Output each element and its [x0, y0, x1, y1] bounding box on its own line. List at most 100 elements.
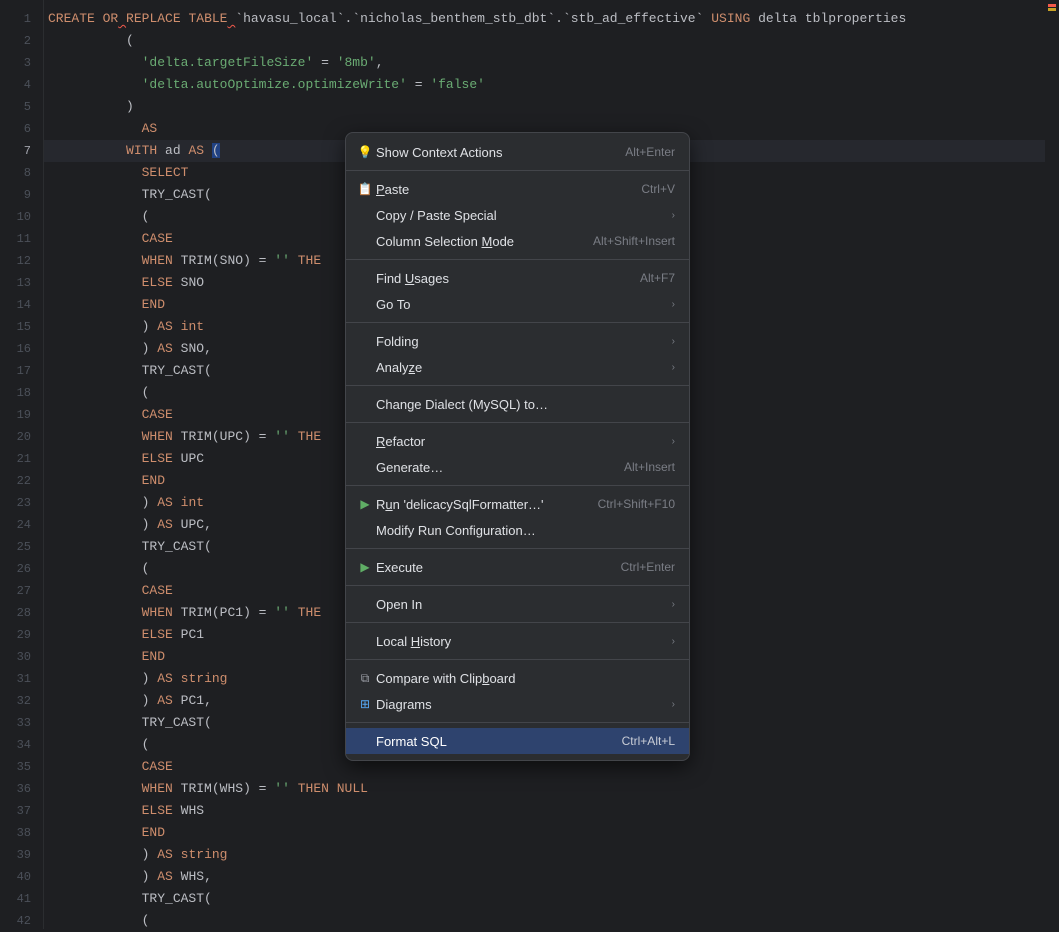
- error-marker[interactable]: [1048, 4, 1056, 7]
- line-number: 6: [0, 118, 43, 140]
- line-number: 20: [0, 426, 43, 448]
- chevron-right-icon: ›: [662, 362, 675, 373]
- chevron-right-icon: ›: [662, 699, 675, 710]
- menu-item-shortcut: Ctrl+Alt+L: [612, 734, 675, 748]
- chevron-right-icon: ›: [662, 336, 675, 347]
- code-line[interactable]: ): [44, 96, 1059, 118]
- menu-item-label: Paste: [374, 182, 631, 197]
- menu-item[interactable]: ▶Run 'delicacySqlFormatter…'Ctrl+Shift+F…: [346, 491, 689, 517]
- menu-icon: 💡: [356, 145, 374, 159]
- chevron-right-icon: ›: [662, 436, 675, 447]
- menu-item-shortcut: Ctrl+Shift+F10: [588, 497, 675, 511]
- menu-item-label: Open In: [374, 597, 662, 612]
- line-number: 1: [0, 8, 43, 30]
- menu-icon: ▶: [356, 497, 374, 511]
- menu-item[interactable]: Copy / Paste Special›: [346, 202, 689, 228]
- line-number: 38: [0, 822, 43, 844]
- menu-separator: [346, 170, 689, 171]
- line-number: 23: [0, 492, 43, 514]
- menu-item[interactable]: Generate…Alt+Insert: [346, 454, 689, 480]
- menu-item[interactable]: Column Selection ModeAlt+Shift+Insert: [346, 228, 689, 254]
- code-line[interactable]: ) AS WHS,: [44, 866, 1059, 888]
- menu-item[interactable]: Modify Run Configuration…: [346, 517, 689, 543]
- line-number: 31: [0, 668, 43, 690]
- menu-item-label: Compare with Clipboard: [374, 671, 675, 686]
- line-number: 21: [0, 448, 43, 470]
- code-line[interactable]: CREATE OR REPLACE TABLE `havasu_local`.`…: [44, 8, 1059, 30]
- menu-item-label: Show Context Actions: [374, 145, 615, 160]
- menu-separator: [346, 659, 689, 660]
- line-number: 17: [0, 360, 43, 382]
- line-number: 28: [0, 602, 43, 624]
- menu-item-shortcut: Ctrl+Enter: [611, 560, 675, 574]
- vertical-scrollbar[interactable]: [1045, 0, 1059, 929]
- code-line[interactable]: END: [44, 822, 1059, 844]
- line-number: 13: [0, 272, 43, 294]
- menu-item-label: Analyze: [374, 360, 662, 375]
- menu-item[interactable]: 📋PasteCtrl+V: [346, 176, 689, 202]
- menu-separator: [346, 259, 689, 260]
- menu-item-label: Find Usages: [374, 271, 630, 286]
- line-number: 5: [0, 96, 43, 118]
- code-line[interactable]: (: [44, 910, 1059, 929]
- line-number-gutter: 1234567891011121314151617181920212223242…: [0, 0, 44, 929]
- line-number: 22: [0, 470, 43, 492]
- line-number: 16: [0, 338, 43, 360]
- menu-item-label: Format SQL: [374, 734, 612, 749]
- menu-separator: [346, 485, 689, 486]
- line-number: 19: [0, 404, 43, 426]
- menu-separator: [346, 722, 689, 723]
- code-line[interactable]: ) AS string: [44, 844, 1059, 866]
- menu-item-shortcut: Ctrl+V: [631, 182, 675, 196]
- line-number: 12: [0, 250, 43, 272]
- code-line[interactable]: ELSE WHS: [44, 800, 1059, 822]
- menu-separator: [346, 622, 689, 623]
- line-number: 7: [0, 140, 43, 162]
- menu-item[interactable]: 💡Show Context ActionsAlt+Enter: [346, 139, 689, 165]
- menu-item[interactable]: Find UsagesAlt+F7: [346, 265, 689, 291]
- code-line[interactable]: 'delta.targetFileSize' = '8mb',: [44, 52, 1059, 74]
- menu-item[interactable]: ▶ExecuteCtrl+Enter: [346, 554, 689, 580]
- line-number: 39: [0, 844, 43, 866]
- menu-item[interactable]: Analyze›: [346, 354, 689, 380]
- line-number: 35: [0, 756, 43, 778]
- menu-item[interactable]: Local History›: [346, 628, 689, 654]
- chevron-right-icon: ›: [662, 299, 675, 310]
- menu-item[interactable]: Go To›: [346, 291, 689, 317]
- menu-separator: [346, 548, 689, 549]
- line-number: 32: [0, 690, 43, 712]
- code-line[interactable]: 'delta.autoOptimize.optimizeWrite' = 'fa…: [44, 74, 1059, 96]
- line-number: 29: [0, 624, 43, 646]
- line-number: 37: [0, 800, 43, 822]
- menu-icon: 📋: [356, 182, 374, 196]
- chevron-right-icon: ›: [662, 210, 675, 221]
- menu-item-label: Column Selection Mode: [374, 234, 583, 249]
- line-number: 41: [0, 888, 43, 910]
- menu-item-shortcut: Alt+Insert: [614, 460, 675, 474]
- menu-item-label: Refactor: [374, 434, 662, 449]
- menu-item[interactable]: Folding›: [346, 328, 689, 354]
- menu-item[interactable]: Refactor›: [346, 428, 689, 454]
- menu-item-label: Go To: [374, 297, 662, 312]
- menu-item[interactable]: Open In›: [346, 591, 689, 617]
- line-number: 33: [0, 712, 43, 734]
- code-line[interactable]: TRY_CAST(: [44, 888, 1059, 910]
- line-number: 10: [0, 206, 43, 228]
- chevron-right-icon: ›: [662, 636, 675, 647]
- menu-item-label: Folding: [374, 334, 662, 349]
- line-number: 14: [0, 294, 43, 316]
- menu-icon: ⧉: [356, 671, 374, 686]
- code-line[interactable]: WHEN TRIM(WHS) = '' THEN NULL: [44, 778, 1059, 800]
- menu-item-label: Generate…: [374, 460, 614, 475]
- menu-item-label: Diagrams: [374, 697, 662, 712]
- menu-item-label: Modify Run Configuration…: [374, 523, 675, 538]
- menu-item[interactable]: Change Dialect (MySQL) to…: [346, 391, 689, 417]
- menu-item[interactable]: ⊞Diagrams›: [346, 691, 689, 717]
- menu-item[interactable]: ⧉Compare with Clipboard: [346, 665, 689, 691]
- line-number: 36: [0, 778, 43, 800]
- line-number: 27: [0, 580, 43, 602]
- line-number: 34: [0, 734, 43, 756]
- menu-item[interactable]: Format SQLCtrl+Alt+L: [346, 728, 689, 754]
- warning-marker[interactable]: [1048, 8, 1056, 11]
- code-line[interactable]: (: [44, 30, 1059, 52]
